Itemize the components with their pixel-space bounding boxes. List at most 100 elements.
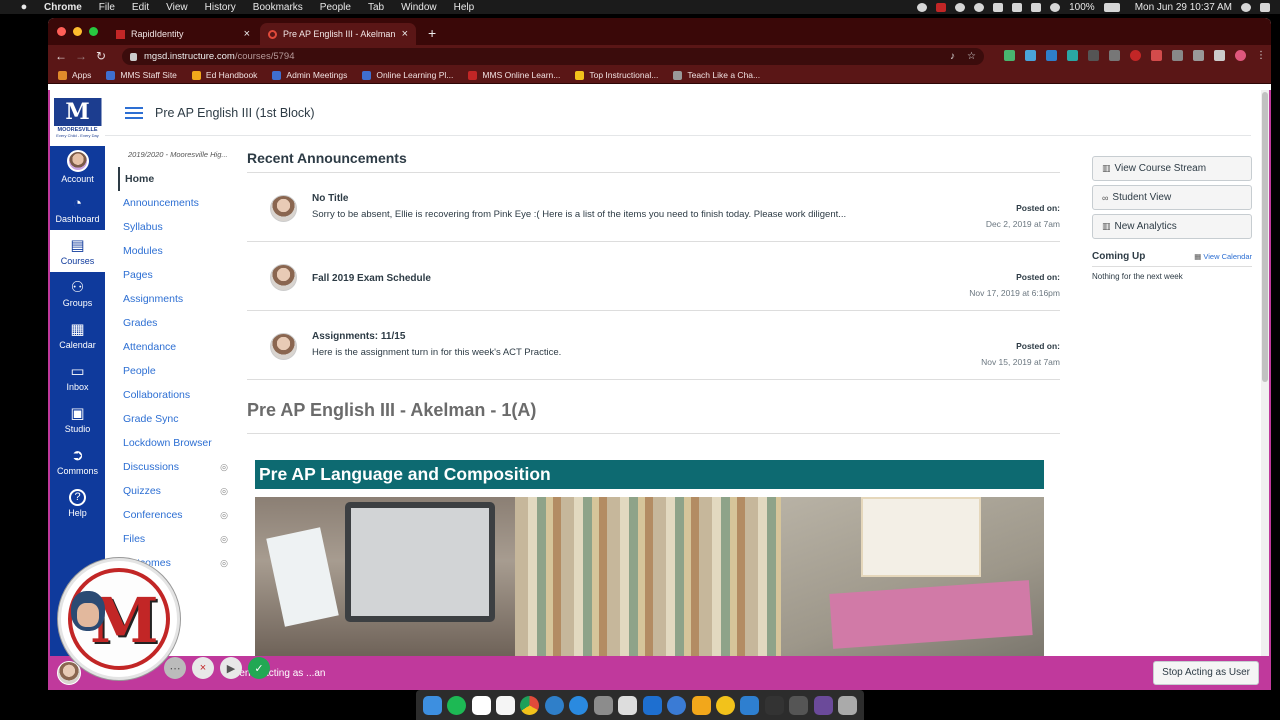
bookmark-mms-staff-site[interactable]: MMS Staff Site <box>106 70 177 80</box>
student-view-button[interactable]: ∞ Student View <box>1092 185 1252 210</box>
hidden-eye-icon[interactable]: ◎ <box>220 534 228 545</box>
menu-view[interactable]: View <box>166 2 188 13</box>
menu-tab[interactable]: Tab <box>368 2 384 13</box>
more-options-icon[interactable]: ⋯ <box>164 657 186 679</box>
zoom-window-icon[interactable] <box>89 27 98 36</box>
menu-bookmarks[interactable]: Bookmarks <box>253 2 303 13</box>
nav-studio[interactable]: ▣ Studio <box>50 398 105 440</box>
photo-thumbnail-2-icon[interactable] <box>813 695 833 715</box>
airplay-icon[interactable] <box>1012 2 1023 12</box>
extension-screen-icon[interactable] <box>1046 50 1057 61</box>
bookmark-online-learning[interactable]: Online Learning Pl... <box>362 70 453 80</box>
extension-shield-icon[interactable] <box>1109 50 1120 61</box>
chrome-icon[interactable] <box>520 695 540 715</box>
lock-icon[interactable] <box>130 52 137 61</box>
menu-help[interactable]: Help <box>454 2 475 13</box>
messages-icon[interactable] <box>569 695 589 715</box>
webcam-overlay[interactable]: M <box>58 558 180 680</box>
extension-pen-icon[interactable] <box>1088 50 1099 61</box>
view-course-stream-button[interactable]: ▥ View Course Stream <box>1092 156 1252 181</box>
course-nav-item-pages[interactable]: Pages <box>118 263 228 287</box>
announcement-title[interactable]: No Title <box>312 193 348 204</box>
course-nav-item-grade-sync[interactable]: Grade Sync <box>118 407 228 431</box>
course-nav-item-home[interactable]: Home <box>118 167 228 191</box>
forward-icon[interactable]: → <box>71 49 91 63</box>
back-icon[interactable]: ← <box>51 49 71 63</box>
close-window-icon[interactable] <box>57 27 66 36</box>
tab-rapididentity[interactable]: RapidIdentity × <box>108 23 258 45</box>
extension-cc-icon[interactable] <box>1151 50 1162 61</box>
extension-grey-icon[interactable] <box>1172 50 1183 61</box>
safari-icon[interactable] <box>544 695 564 715</box>
extension-t-icon[interactable] <box>1130 50 1141 61</box>
minimize-window-icon[interactable] <box>73 27 82 36</box>
spotify-icon[interactable] <box>447 695 467 715</box>
bookmark-star-icon[interactable]: ☆ <box>967 51 976 62</box>
course-nav-item-grades[interactable]: Grades <box>118 311 228 335</box>
course-nav-item-syllabus[interactable]: Syllabus <box>118 215 228 239</box>
course-nav-item-attendance[interactable]: Attendance <box>118 335 228 359</box>
extension-teal-icon[interactable] <box>1067 50 1078 61</box>
announcement-item[interactable]: Assignments: 11/15 Here is the assignment… <box>247 311 1060 380</box>
scroll-thumb[interactable] <box>1262 92 1268 382</box>
hidden-eye-icon[interactable]: ◎ <box>220 558 228 569</box>
course-nav-item-people[interactable]: People <box>118 359 228 383</box>
breadcrumb[interactable]: Pre AP English III (1st Block) <box>155 106 315 120</box>
close-tab-icon[interactable]: × <box>244 28 250 40</box>
vs-code-icon[interactable] <box>740 695 760 715</box>
nav-commons[interactable]: ➲ Commons <box>50 440 105 482</box>
menu-chrome[interactable]: Chrome <box>44 2 82 13</box>
slack-icon[interactable] <box>471 695 491 715</box>
menu-history[interactable]: History <box>205 2 236 13</box>
course-nav-item-lockdown-browser[interactable]: Lockdown Browser <box>118 431 228 455</box>
volume-icon[interactable] <box>1031 2 1042 12</box>
course-nav-item-discussions[interactable]: Discussions ◎ <box>118 455 228 479</box>
control-center-icon[interactable] <box>1260 2 1270 12</box>
voice-search-icon[interactable]: ♪ <box>950 51 955 62</box>
trello-icon[interactable] <box>642 695 662 715</box>
new-tab-icon[interactable]: + <box>428 25 436 41</box>
course-nav-item-conferences[interactable]: Conferences ◎ <box>118 503 228 527</box>
profile-avatar-icon[interactable] <box>1235 50 1246 61</box>
calendar-app-icon[interactable] <box>496 695 516 715</box>
extension-cast-icon[interactable] <box>1193 50 1204 61</box>
course-nav-item-modules[interactable]: Modules <box>118 239 228 263</box>
terminal-icon[interactable] <box>764 695 784 715</box>
extension-green-icon[interactable] <box>1004 50 1015 61</box>
battery-icon[interactable] <box>1103 2 1120 12</box>
announcement-title[interactable]: Assignments: 11/15 <box>312 331 405 342</box>
chrome-menu-icon[interactable]: ⋮ <box>1256 50 1267 61</box>
bookmark-ed-handbook[interactable]: Ed Handbook <box>191 70 257 80</box>
apple-icon[interactable]: ● <box>16 1 32 13</box>
hamburger-menu-icon[interactable] <box>125 106 143 119</box>
extension-blue-icon[interactable] <box>1025 50 1036 61</box>
wifi-icon[interactable] <box>1050 2 1061 12</box>
spotlight-icon[interactable] <box>1241 2 1251 12</box>
bookmark-mms-online-learn[interactable]: MMS Online Learn... <box>468 70 560 80</box>
course-nav-item-collaborations[interactable]: Collaborations <box>118 383 228 407</box>
hidden-eye-icon[interactable]: ◎ <box>220 486 228 497</box>
nav-calendar[interactable]: ▦ Calendar <box>50 314 105 356</box>
screencastify-icon[interactable] <box>715 695 735 715</box>
menu-file[interactable]: File <box>99 2 115 13</box>
extensions-puzzle-icon[interactable] <box>1214 50 1225 61</box>
delete-recording-icon[interactable]: × <box>192 657 214 679</box>
nav-help[interactable]: ? Help <box>50 482 105 524</box>
preview-icon[interactable] <box>618 695 638 715</box>
stop-acting-button[interactable]: Stop Acting as User <box>1153 661 1259 685</box>
hidden-eye-icon[interactable]: ◎ <box>220 510 228 521</box>
close-tab-icon[interactable]: × <box>402 28 408 40</box>
finish-recording-icon[interactable]: ✓ <box>248 657 270 679</box>
new-analytics-button[interactable]: ▥ New Analytics <box>1092 214 1252 239</box>
view-calendar-link[interactable]: ▦ View Calendar <box>1194 252 1252 261</box>
record-icon[interactable] <box>955 2 966 12</box>
nav-courses[interactable]: ▤ Courses <box>50 230 105 272</box>
bookmark-admin-meetings[interactable]: Admin Meetings <box>272 70 347 80</box>
display-icon[interactable] <box>993 2 1004 12</box>
mooresville-logo[interactable]: M MOORESVILLE Every Child - Every Day <box>50 90 105 146</box>
pause-recording-icon[interactable]: ▶ <box>220 657 242 679</box>
menu-people[interactable]: People <box>320 2 351 13</box>
clock[interactable]: Mon Jun 29 10:37 AM <box>1135 2 1232 13</box>
course-nav-item-files[interactable]: Files ◎ <box>118 527 228 551</box>
course-nav-item-quizzes[interactable]: Quizzes ◎ <box>118 479 228 503</box>
